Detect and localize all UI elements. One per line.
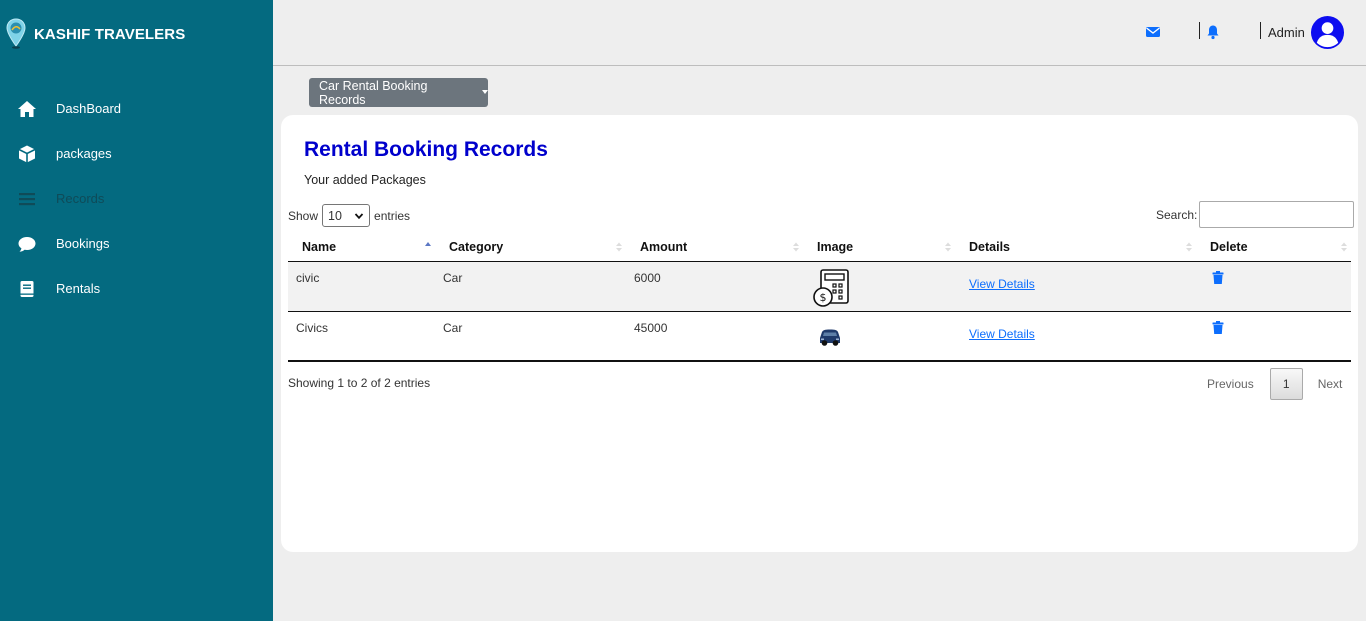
column-header-label: Image — [817, 239, 854, 254]
page-length-control: Show 10 entries — [288, 204, 410, 227]
table-row: civic Car 6000 $ View Details — [288, 261, 1351, 312]
brand-title: KASHIF TRAVELERS — [34, 25, 186, 43]
table-header-row: Name Category Amount Image Details Delet… — [288, 233, 1351, 262]
map-pin-icon — [6, 18, 26, 49]
divider — [1199, 22, 1200, 39]
caret-down-icon — [482, 89, 488, 94]
page-1-button[interactable]: 1 — [1269, 368, 1303, 400]
column-header-label: Details — [969, 239, 1010, 254]
cell-amount: 6000 — [626, 261, 803, 312]
trash-icon[interactable] — [1212, 270, 1224, 284]
sidebar-item-packages[interactable]: packages — [0, 131, 273, 176]
divider — [1260, 22, 1261, 39]
sort-ascending-icon — [425, 242, 431, 246]
sort-icon — [945, 242, 951, 252]
sidebar-item-rentals[interactable]: Rentals — [0, 266, 273, 311]
table-info: Showing 1 to 2 of 2 entries — [288, 376, 431, 390]
sidebar-item-bookings[interactable]: Bookings — [0, 221, 273, 266]
sort-icon — [793, 242, 799, 252]
brand[interactable]: KASHIF TRAVELERS — [6, 18, 185, 50]
cell-name: civic — [288, 261, 435, 312]
show-label: Show — [288, 208, 319, 223]
cell-details: View Details — [955, 311, 1196, 362]
column-header-image[interactable]: Image — [803, 233, 955, 262]
column-header-label: Delete — [1210, 239, 1248, 254]
sidebar: KASHIF TRAVELERS DashBoard packages Reco… — [0, 0, 273, 621]
table-search: Search: — [1156, 201, 1355, 228]
cell-image — [803, 311, 955, 362]
car-photo — [817, 322, 843, 349]
column-header-details[interactable]: Details — [955, 233, 1196, 262]
menu-icon — [17, 189, 37, 209]
cell-delete — [1196, 261, 1351, 312]
topbar: Admin — [273, 0, 1366, 66]
records-table: Name Category Amount Image Details Delet… — [288, 233, 1351, 362]
column-header-label: Name — [302, 239, 337, 254]
cell-category: Car — [435, 261, 626, 312]
sort-icon — [616, 242, 622, 252]
sidebar-item-records[interactable]: Records — [0, 176, 273, 221]
page-length-value: 10 — [328, 208, 342, 223]
chat-icon — [17, 234, 37, 254]
svg-text:$: $ — [820, 291, 827, 304]
book-icon — [17, 279, 37, 299]
page-title: Rental Booking Records — [304, 138, 548, 161]
user-avatar-icon[interactable] — [1310, 15, 1345, 50]
column-header-delete[interactable]: Delete — [1196, 233, 1351, 262]
sidebar-item-label: Records — [56, 191, 105, 206]
column-header-amount[interactable]: Amount — [626, 233, 803, 262]
sidebar-item-label: DashBoard — [56, 101, 122, 116]
sidebar-nav: DashBoard packages Records Bookings Rent… — [0, 86, 273, 311]
sidebar-item-label: packages — [56, 146, 112, 161]
page-subtitle: Your added Packages — [304, 173, 426, 187]
cell-details: View Details — [955, 261, 1196, 312]
records-dropdown-label: Car Rental Booking Records — [319, 78, 428, 107]
column-header-category[interactable]: Category — [435, 233, 626, 262]
records-card: Rental Booking Records Your added Packag… — [281, 115, 1358, 552]
previous-page-button[interactable]: Previous — [1207, 377, 1254, 391]
sidebar-item-label: Rentals — [56, 281, 101, 296]
home-icon — [17, 99, 37, 119]
pagination: Previous 1 Next — [1207, 368, 1342, 400]
sidebar-item-label: Bookings — [56, 236, 110, 251]
search-input[interactable] — [1199, 201, 1355, 228]
sort-icon — [1341, 242, 1347, 252]
sidebar-item-dashboard[interactable]: DashBoard — [0, 86, 273, 131]
records-dropdown-button[interactable]: Car Rental Booking Records — [309, 78, 488, 107]
next-page-button[interactable]: Next — [1318, 377, 1343, 391]
calculator-dollar-icon: $ — [813, 268, 849, 307]
admin-label[interactable]: Admin — [1268, 25, 1305, 40]
trash-icon[interactable] — [1212, 320, 1224, 334]
view-details-link[interactable]: View Details — [969, 327, 1035, 341]
envelope-icon[interactable] — [1145, 24, 1161, 40]
entries-label: entries — [374, 208, 411, 223]
cell-amount: 45000 — [626, 311, 803, 362]
column-header-label: Category — [449, 239, 504, 254]
box-icon — [17, 144, 37, 164]
table-row: Civics Car 45000 View Details — [288, 311, 1351, 362]
search-label: Search: — [1156, 207, 1198, 222]
cell-name: Civics — [288, 311, 435, 362]
column-header-name[interactable]: Name — [288, 233, 435, 262]
cell-category: Car — [435, 311, 626, 362]
page-length-select[interactable]: 10 — [322, 204, 371, 227]
bell-icon[interactable] — [1205, 24, 1221, 40]
view-details-link[interactable]: View Details — [969, 277, 1035, 291]
cell-delete — [1196, 311, 1351, 362]
cell-image: $ — [803, 261, 955, 312]
sort-icon — [1186, 242, 1192, 252]
chevron-down-icon — [354, 213, 364, 220]
column-header-label: Amount — [640, 239, 688, 254]
